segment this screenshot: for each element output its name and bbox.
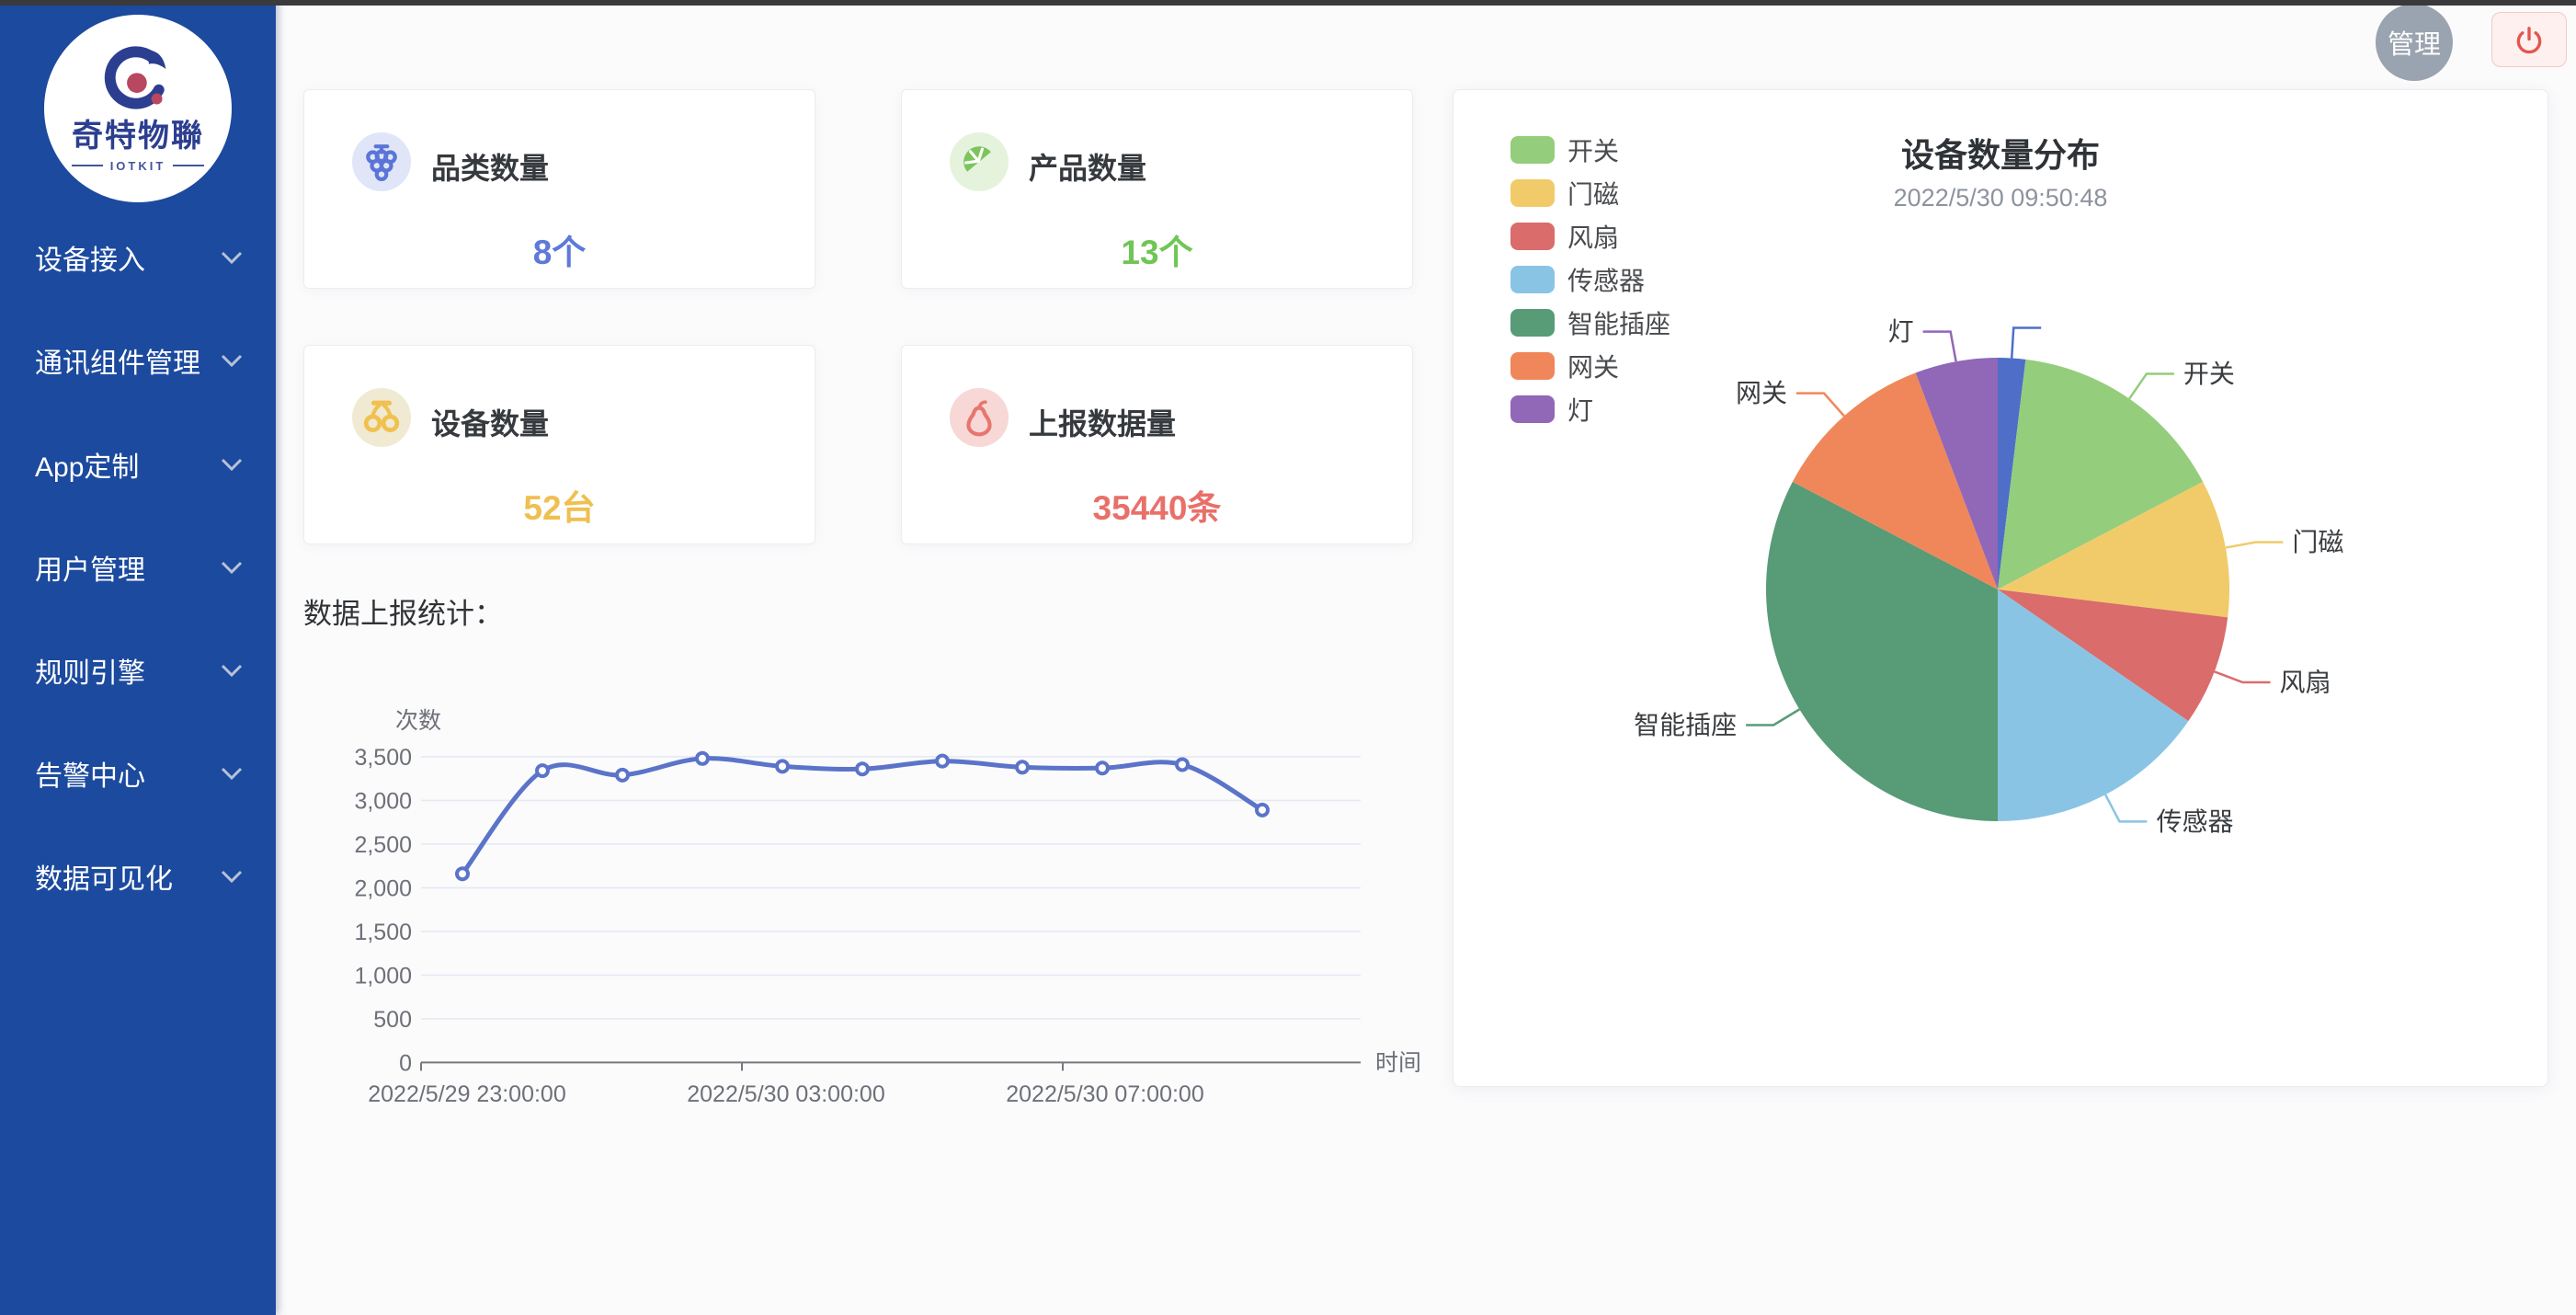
stat-card-title: 产品数量 [1029, 145, 1146, 188]
sidebar-item-label: 通讯组件管理 [35, 340, 200, 381]
pie-callout-line [1923, 332, 1956, 361]
pie-callout-line [2012, 328, 2041, 359]
y-tick-label: 2,500 [354, 832, 412, 858]
logout-button[interactable] [2491, 12, 2567, 67]
line-data-point[interactable] [1017, 761, 1028, 772]
brand-subtitle: IOTKIT [72, 159, 205, 173]
pie-callout-line [1746, 709, 1799, 725]
brand-logo: 奇特物聯 IOTKIT [44, 15, 232, 202]
stat-card-categories: 品类数量 8个 [303, 89, 815, 289]
sidebar-item-alert-center[interactable]: 告警中心 [0, 744, 276, 803]
stat-card-title: 设备数量 [431, 401, 549, 443]
stat-card-title: 上报数据量 [1029, 401, 1176, 443]
device-distribution-pie-chart: 开关门磁风扇传感器 智能插座 网关 灯 [1453, 90, 2548, 1086]
y-tick-label: 2,000 [354, 875, 412, 901]
line-data-point[interactable] [1177, 759, 1188, 770]
pie-callout-line [2105, 795, 2147, 821]
line-chart-section-title: 数据上报统计： [303, 590, 503, 632]
y-tick-label: 1,000 [354, 963, 412, 989]
stat-card-value: 52台 [304, 480, 815, 530]
sidebar-item-comm-components[interactable]: 通讯组件管理 [0, 331, 276, 390]
line-data-point[interactable] [1257, 805, 1268, 816]
y-tick-label: 3,500 [354, 745, 412, 771]
stat-card-title: 品类数量 [431, 145, 549, 188]
x-tick-label: 2022/5/30 07:00:00 [1006, 1081, 1203, 1107]
pie-slice-label: 门磁 [2292, 528, 2343, 556]
pie-callout-line [2215, 671, 2271, 682]
cherries-icon [352, 388, 411, 447]
chevron-down-icon [221, 767, 243, 780]
power-icon [2513, 23, 2546, 56]
sidebar-item-data-visibility[interactable]: 数据可见化 [0, 847, 276, 906]
y-tick-label: 1,500 [354, 920, 412, 945]
pear-icon [950, 388, 1009, 447]
brand-subtitle-text: IOTKIT [110, 159, 166, 173]
pie-callout-line [1796, 394, 1844, 417]
line-data-point[interactable] [777, 760, 788, 772]
x-tick-label: 2022/5/29 23:00:00 [368, 1081, 565, 1107]
brand-name: 奇特物聯 [72, 120, 204, 152]
sidebar-item-user-mgmt[interactable]: 用户管理 [0, 538, 276, 597]
stat-card-devices: 设备数量 52台 [303, 345, 815, 544]
user-avatar[interactable]: 管理 [2376, 4, 2453, 81]
rule-left [72, 165, 103, 166]
line-data-point[interactable] [537, 765, 548, 776]
stat-card-reported-data: 上报数据量 35440条 [901, 345, 1413, 544]
pie-slice-label: 开关 [2183, 360, 2235, 388]
sidebar-item-label: App定制 [35, 444, 139, 485]
pie-callout-line [2226, 543, 2283, 548]
pie-slice-label: 智能插座 [1634, 711, 1737, 739]
sidebar-item-label: 告警中心 [35, 753, 145, 794]
x-axis-title: 时间 [1375, 1050, 1421, 1076]
sidebar-item-rule-engine[interactable]: 规则引擎 [0, 641, 276, 700]
window-top-strip [0, 0, 2576, 6]
chevron-down-icon [221, 251, 243, 264]
chevron-down-icon [221, 561, 243, 574]
chevron-down-icon [221, 458, 243, 471]
stat-card-value: 35440条 [902, 480, 1412, 530]
y-axis-title: 次数 [395, 708, 441, 734]
sidebar-item-label: 用户管理 [35, 547, 145, 588]
sidebar-item-label: 规则引擎 [35, 650, 145, 691]
chevron-down-icon [221, 664, 243, 677]
data-report-line-chart: 0 500 1,000 1,500 2,000 2,500 3,000 3,500 2022/5… [349, 690, 1434, 1131]
line-data-point[interactable] [457, 868, 468, 879]
y-tick-label: 3,000 [354, 788, 412, 814]
y-tick-label: 0 [399, 1050, 412, 1076]
device-distribution-panel: 设备数量分布 2022/5/30 09:50:48 开关 门磁 风扇 传感器 智… [1453, 89, 2548, 1087]
pie-slice-label: 风扇 [2279, 669, 2331, 697]
line-data-point[interactable] [937, 756, 948, 767]
stat-card-value: 13个 [902, 224, 1412, 274]
pie-slice-label: 灯 [1888, 317, 1914, 346]
stat-card-products: 产品数量 13个 [901, 89, 1413, 289]
sidebar: 奇特物聯 IOTKIT 设备接入 通讯组件管理 App定制 用户管理 规则引擎 … [0, 0, 276, 1315]
sidebar-item-app-custom[interactable]: App定制 [0, 435, 276, 494]
stat-card-value: 8个 [304, 224, 815, 274]
brand-logo-icon [102, 45, 174, 117]
pie-callout-line [2129, 373, 2174, 398]
line-data-point[interactable] [617, 770, 628, 781]
x-tick-label: 2022/5/30 03:00:00 [687, 1081, 884, 1107]
chevron-down-icon [221, 870, 243, 883]
pie-slice-label: 网关 [1736, 379, 1787, 407]
line-data-point[interactable] [697, 753, 708, 764]
sidebar-item-device-access[interactable]: 设备接入 [0, 228, 276, 287]
sidebar-item-label: 设备接入 [35, 237, 145, 278]
sidebar-item-label: 数据可见化 [35, 856, 173, 897]
grapes-icon [352, 132, 411, 191]
line-data-point[interactable] [1097, 762, 1108, 773]
avatar-label: 管理 [2388, 23, 2441, 62]
line-data-point[interactable] [857, 763, 868, 774]
y-tick-label: 500 [373, 1007, 412, 1033]
chevron-down-icon [221, 354, 243, 367]
lemon-icon [950, 132, 1009, 191]
pie-slice-label: 传感器 [2156, 807, 2233, 836]
rule-right [173, 165, 204, 166]
